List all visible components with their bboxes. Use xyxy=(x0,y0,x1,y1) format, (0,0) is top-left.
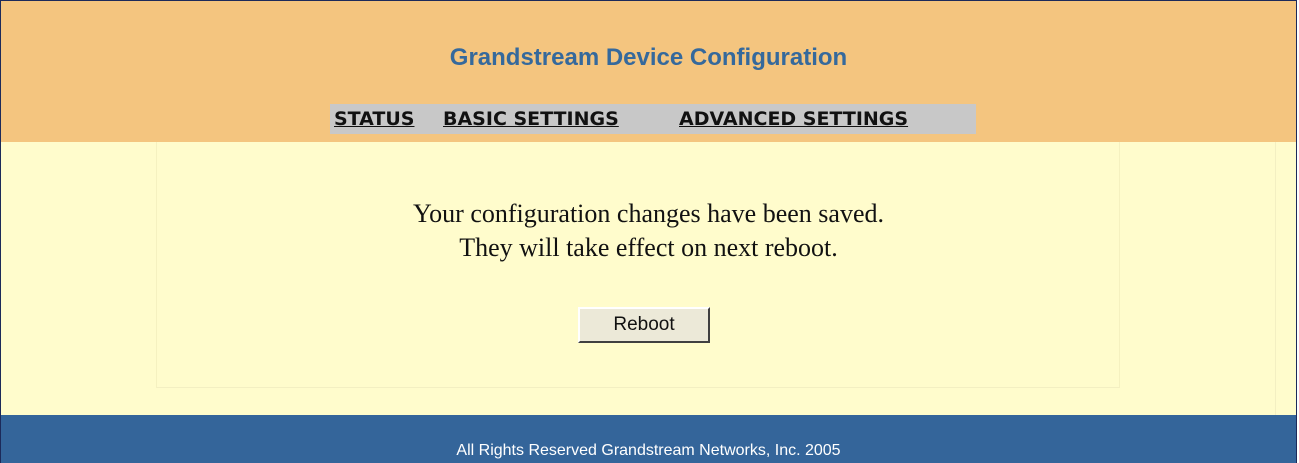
header: Grandstream Device Configuration STATUS … xyxy=(1,1,1296,142)
config-page: Grandstream Device Configuration STATUS … xyxy=(0,0,1297,463)
content-area: Your configuration changes have been sav… xyxy=(1,142,1296,415)
nav-link-basic-settings[interactable]: BASIC SETTINGS xyxy=(443,104,619,134)
page-title: Grandstream Device Configuration xyxy=(449,44,848,71)
copyright-text: All Rights Reserved Grandstream Networks… xyxy=(456,442,841,459)
footer: All Rights Reserved Grandstream Networks… xyxy=(1,415,1296,463)
nav-link-advanced-settings[interactable]: ADVANCED SETTINGS xyxy=(679,104,908,134)
save-message-line-1: Your configuration changes have been sav… xyxy=(413,199,884,228)
reboot-button[interactable]: Reboot xyxy=(578,307,710,343)
nav-link-status[interactable]: STATUS xyxy=(334,104,414,134)
save-message-line-2: They will take effect on next reboot. xyxy=(459,233,838,262)
inner-panel xyxy=(156,142,1120,388)
divider xyxy=(1275,142,1276,415)
save-message: Your configuration changes have been sav… xyxy=(1,197,1296,265)
nav-bar: STATUS BASIC SETTINGS ADVANCED SETTINGS xyxy=(330,104,976,134)
